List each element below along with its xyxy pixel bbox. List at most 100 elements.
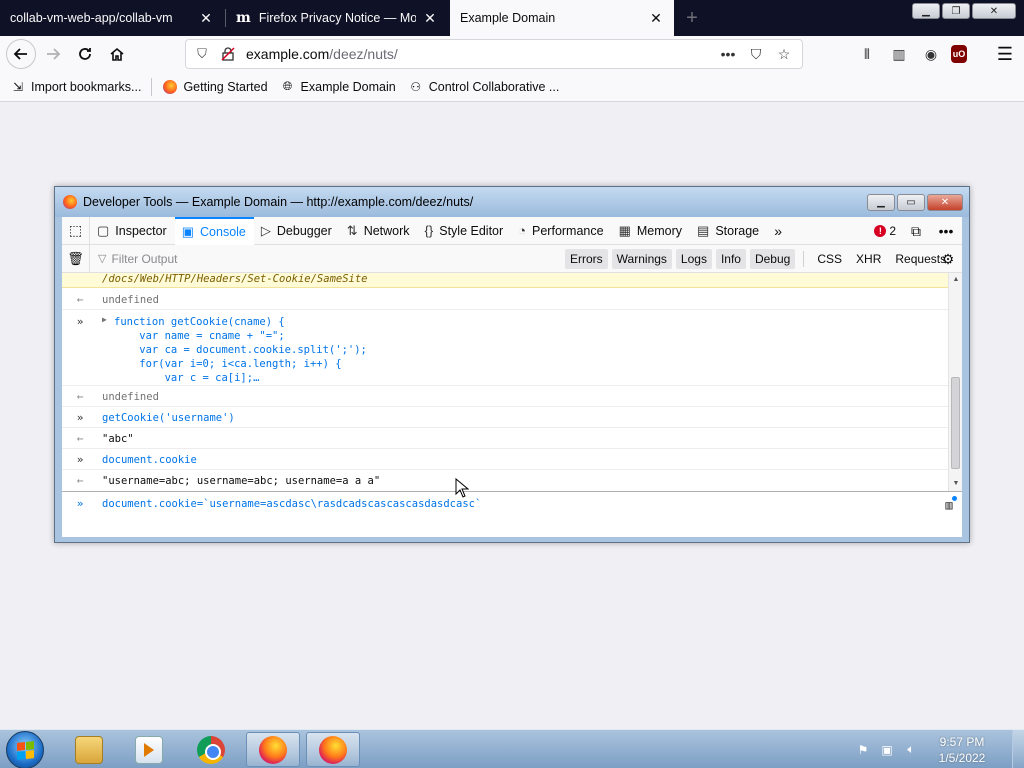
- volume-icon[interactable]: 🔈︎: [902, 741, 920, 759]
- insecure-lock-icon[interactable]: [218, 44, 238, 64]
- filter-icon: ▽: [98, 253, 107, 265]
- debugger-icon: ▷: [260, 222, 271, 238]
- expand-triangle-icon[interactable]: ▶: [102, 315, 107, 324]
- filter-input[interactable]: ▽ Filter Output: [98, 252, 178, 266]
- pocket-icon[interactable]: ⛉: [746, 44, 766, 64]
- bookmark-separator: [151, 77, 153, 96]
- scroll-thumb[interactable]: [951, 377, 960, 469]
- bookmark-import[interactable]: ⇲ Import bookmarks...: [10, 79, 141, 95]
- console-scrollbar[interactable]: ▲ ▼: [948, 273, 962, 491]
- ublock-origin-icon[interactable]: uO: [951, 45, 967, 63]
- back-button[interactable]: [6, 39, 36, 69]
- console-input-row: » document.cookie: [62, 449, 948, 470]
- url-text[interactable]: example.com/deez/nuts/: [246, 46, 398, 62]
- tab-style-editor[interactable]: {} Style Editor: [418, 217, 512, 245]
- console-input-text[interactable]: document.cookie=`username=ascdasc\rasdca…: [102, 498, 481, 510]
- bookmark-collabvm[interactable]: ⚇ Control Collaborative ...: [408, 79, 559, 95]
- scroll-up-icon[interactable]: ▲: [951, 275, 961, 285]
- filter-warnings-button[interactable]: Warnings: [611, 249, 672, 269]
- clear-console-icon[interactable]: 🗑︎: [62, 244, 90, 273]
- tab-strip: collab-vm-web-app/collab-vm ✕ m Firefox …: [0, 0, 1024, 36]
- tab-console[interactable]: ▣ Console: [174, 216, 254, 245]
- close-icon[interactable]: ✕: [648, 10, 664, 26]
- close-button[interactable]: ✕: [927, 194, 963, 211]
- sidebar-icon[interactable]: ▥: [887, 42, 911, 66]
- taskbar-firefox-1[interactable]: [246, 732, 300, 767]
- action-center-flag-icon[interactable]: ⚑: [854, 741, 872, 759]
- forward-button[interactable]: [38, 39, 68, 69]
- window-controls: ▁ ❐ ✕: [912, 3, 1016, 19]
- console-warning-message: /docs/Web/HTTP/Headers/Set-Cookie/SameSi…: [62, 273, 948, 288]
- network-icon[interactable]: ▣: [878, 741, 896, 759]
- account-icon[interactable]: ◉: [919, 42, 943, 66]
- error-count-badge[interactable]: ! 2: [874, 224, 896, 238]
- tab-network[interactable]: ⇅ Network: [340, 217, 418, 245]
- home-button[interactable]: [102, 39, 132, 69]
- editor-mode-icon[interactable]: ▥: [940, 496, 958, 514]
- input-code: document.cookie: [102, 454, 197, 466]
- filter-placeholder: Filter Output: [111, 251, 178, 266]
- dock-icon[interactable]: ⧉: [906, 221, 926, 241]
- taskbar-media-player[interactable]: [122, 732, 176, 767]
- taskbar-explorer[interactable]: [62, 732, 116, 767]
- console-filter-bar: 🗑︎ ▽ Filter Output Errors Warnings Logs I…: [62, 244, 962, 273]
- tab-label: Memory: [636, 223, 683, 238]
- back-arrow-icon: [13, 48, 27, 60]
- tab-debugger[interactable]: ▷ Debugger: [254, 217, 340, 245]
- filter-info-button[interactable]: Info: [715, 249, 746, 269]
- reload-button[interactable]: [70, 39, 100, 69]
- bookmark-label: Import bookmarks...: [31, 79, 142, 94]
- page-actions-icon[interactable]: •••: [718, 44, 738, 64]
- shield-icon[interactable]: ⛉: [192, 44, 212, 64]
- result-value: undefined: [102, 294, 159, 306]
- filter-logs-button[interactable]: Logs: [675, 249, 712, 269]
- bookmark-example-domain[interactable]: 🌐︎ Example Domain: [280, 79, 396, 95]
- tab-example-domain[interactable]: Example Domain ✕: [450, 0, 674, 36]
- options-menu-icon[interactable]: •••: [936, 221, 956, 241]
- bookmark-star-icon[interactable]: ☆: [774, 44, 794, 64]
- tab-inspector[interactable]: ▢ Inspector: [90, 217, 175, 245]
- url-bar[interactable]: ⛉ example.com/deez/nuts/ ••• ⛉ ☆: [185, 39, 803, 69]
- tab-privacy-notice[interactable]: m Firefox Privacy Notice — Mozilla ✕: [226, 0, 448, 36]
- tab-memory[interactable]: ▦ Memory: [612, 217, 690, 245]
- clock-time: 9:57 PM: [939, 734, 985, 749]
- more-tools-chevron-icon[interactable]: »: [767, 223, 789, 239]
- windows-logo-icon: [16, 740, 34, 760]
- import-icon: ⇲: [12, 79, 24, 94]
- close-icon[interactable]: ✕: [422, 10, 438, 26]
- input-prompt-icon: »: [76, 497, 84, 510]
- restore-button[interactable]: ❐: [942, 3, 970, 19]
- scroll-down-icon[interactable]: ▼: [951, 479, 961, 489]
- firefox-icon: [162, 79, 178, 95]
- system-tray: ⚑ ▣ 🔈︎ 9:57 PM 1/5/2022: [854, 730, 1024, 768]
- tab-storage[interactable]: ▤ Storage: [690, 217, 767, 245]
- console-input[interactable]: » document.cookie=`username=ascdasc\rasd…: [62, 491, 962, 517]
- clock[interactable]: 9:57 PM 1/5/2022: [926, 734, 998, 766]
- gear-icon[interactable]: ⚙: [938, 249, 958, 269]
- menu-icon[interactable]: ☰: [990, 39, 1020, 69]
- close-icon[interactable]: ✕: [198, 10, 214, 26]
- tab-performance[interactable]: ◔ Performance: [511, 217, 611, 245]
- devtools-titlebar[interactable]: Developer Tools — Example Domain — http:…: [55, 187, 969, 217]
- element-picker-icon[interactable]: ⬚: [62, 216, 90, 245]
- devtools-toolbar: ⬚ ▢ Inspector ▣ Console ▷ Debugger ⇅ Network…: [62, 216, 962, 245]
- maximize-button[interactable]: ▭: [897, 194, 925, 211]
- minimize-button[interactable]: ▁: [912, 3, 940, 19]
- library-icon[interactable]: ⫴: [855, 42, 879, 66]
- start-button[interactable]: [6, 731, 44, 768]
- code-line: for(var i=0; i<ca.length; i++) {: [114, 358, 342, 370]
- minimize-button[interactable]: ▁: [867, 194, 895, 211]
- taskbar-chrome[interactable]: [184, 732, 238, 767]
- bookmark-getting-started[interactable]: Getting Started: [162, 79, 268, 95]
- filter-errors-button[interactable]: Errors: [565, 249, 608, 269]
- new-tab-button[interactable]: +: [680, 0, 704, 36]
- collabvm-icon: ⚇: [410, 79, 422, 94]
- filter-css-button[interactable]: CSS: [812, 249, 847, 269]
- code-line: var ca = document.cookie.split(';');: [114, 344, 367, 356]
- show-desktop-button[interactable]: [1012, 730, 1024, 768]
- taskbar-firefox-2[interactable]: [306, 732, 360, 767]
- close-button[interactable]: ✕: [972, 3, 1016, 19]
- filter-debug-button[interactable]: Debug: [749, 249, 796, 269]
- filter-xhr-button[interactable]: XHR: [851, 249, 886, 269]
- tab-collab-vm[interactable]: collab-vm-web-app/collab-vm ✕: [0, 0, 224, 36]
